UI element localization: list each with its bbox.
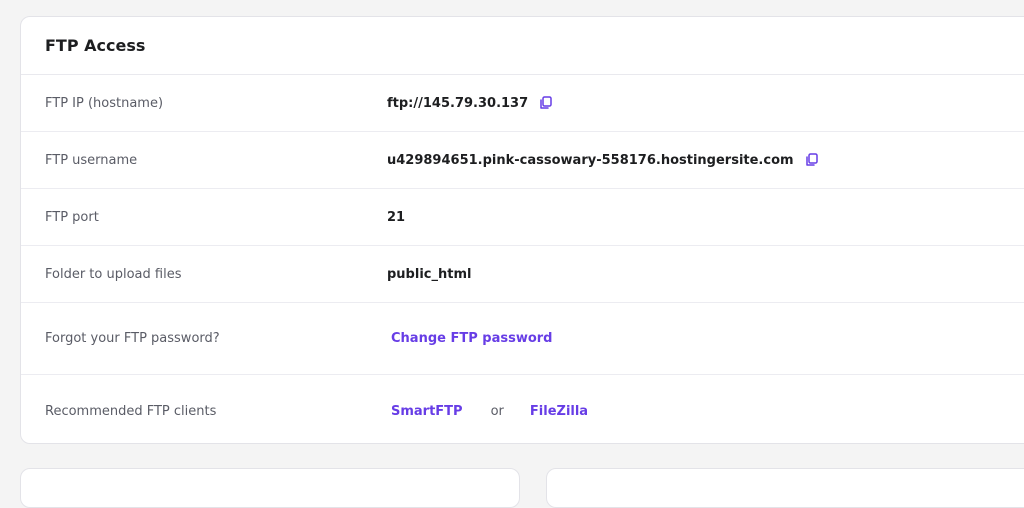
ftp-username-value-group: u429894651.pink-cassowary-558176.hosting… — [387, 152, 820, 168]
ftp-clients-label: Recommended FTP clients — [45, 403, 217, 419]
ftp-username-value: u429894651.pink-cassowary-558176.hosting… — [387, 152, 794, 168]
row-ftp-ip: FTP IP (hostname) ftp://145.79.30.137 — [21, 75, 1024, 132]
ftp-ip-value: ftp://145.79.30.137 — [387, 95, 529, 111]
row-ftp-clients: Recommended FTP clients SmartFTP or File… — [21, 375, 1024, 447]
ftp-port-label: FTP port — [45, 209, 99, 225]
bottom-card-right — [546, 468, 1024, 508]
or-separator: or — [490, 403, 504, 419]
row-upload-folder: Folder to upload files public_html — [21, 246, 1024, 303]
ftp-password-label: Forgot your FTP password? — [45, 331, 220, 346]
change-ftp-password-link[interactable]: Change FTP password — [387, 331, 556, 346]
filezilla-link[interactable]: FileZilla — [526, 404, 592, 419]
row-ftp-port: FTP port 21 — [21, 189, 1024, 246]
card-title: FTP Access — [45, 36, 146, 55]
ftp-access-card: FTP Access FTP IP (hostname) ftp://145.7… — [20, 16, 1024, 444]
row-ftp-username: FTP username u429894651.pink-cassowary-5… — [21, 132, 1024, 189]
copy-icon[interactable] — [538, 95, 554, 111]
upload-folder-label: Folder to upload files — [45, 266, 182, 282]
ftp-port-value: 21 — [387, 209, 406, 225]
ftp-ip-label: FTP IP (hostname) — [45, 95, 164, 111]
copy-icon[interactable] — [804, 152, 820, 168]
upload-folder-value: public_html — [387, 266, 472, 282]
bottom-card-left — [20, 468, 520, 508]
card-header: FTP Access — [21, 17, 1024, 75]
smartftp-link[interactable]: SmartFTP — [387, 404, 467, 419]
ftp-username-label: FTP username — [45, 152, 138, 168]
ftp-ip-value-group: ftp://145.79.30.137 — [387, 95, 554, 111]
row-ftp-password: Forgot your FTP password? Change FTP pas… — [21, 303, 1024, 375]
